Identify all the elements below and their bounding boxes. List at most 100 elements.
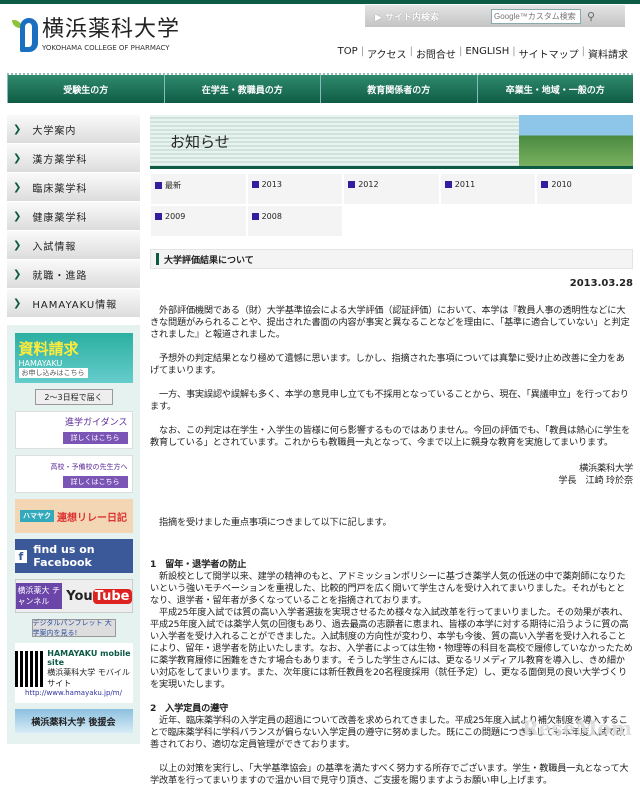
global-nav: 受験生の方 在学生・教職員の方 教育関係者の方 卒業生・地域・一般の方 [7, 73, 633, 103]
diary-banner[interactable]: ハマヤク 連想リレー日記 [14, 499, 133, 533]
sidebar-item-label: 大学案内 [32, 125, 77, 137]
article-body: 外部評価機関である（財）大学基準協会による大学評価（認証評価）において、本学は『… [150, 305, 633, 787]
qr-code-icon [14, 651, 44, 687]
chevron-right-icon: ❯ [13, 239, 23, 251]
top-links: TOP | アクセス | お問合せ | ENGLISH | サイトマップ | 資料請求 [337, 46, 628, 61]
youtube-banner[interactable]: 横浜薬大 チャンネル You Tube [14, 579, 133, 613]
tab-2008[interactable]: 2008 [246, 205, 344, 237]
details-button: 詳しくはこちら [62, 432, 128, 444]
sidebar-item-career[interactable]: ❯ 就職・進路 [7, 260, 140, 288]
paragraph: なお、この判定は在学生・入学生の皆様に何ら影響するものではありません。今回の評価… [150, 425, 631, 448]
arrow-icon [348, 181, 356, 188]
youtube-logo: You Tube [66, 588, 132, 604]
arrow-icon [444, 181, 452, 188]
delivery-badge[interactable]: 2〜3日程で届く [34, 389, 113, 405]
sidebar-item-label: 就職・進路 [32, 270, 88, 282]
sidebar-item-health[interactable]: ❯ 健康薬学科 [7, 202, 140, 230]
banner-sub: HAMAYAKU [18, 359, 63, 368]
link-request[interactable]: 資料請求 [588, 46, 628, 61]
link-top[interactable]: TOP [338, 46, 358, 61]
link-sitemap[interactable]: サイトマップ [519, 46, 579, 61]
nav-applicants[interactable]: 受験生の方 [7, 75, 164, 103]
arrow-icon [155, 182, 162, 189]
banner-more: お申し込みはこちら [18, 368, 88, 378]
banner-title: 連想リレー日記 [57, 512, 127, 524]
banner-title: find us on Facebook [33, 543, 95, 569]
signature: 横浜薬科大学 学長 江崎 玲於奈 [558, 463, 633, 486]
nav-alumni-public[interactable]: 卒業生・地域・一般の方 [476, 75, 633, 103]
nav-students-staff[interactable]: 在学生・教職員の方 [163, 75, 320, 103]
mobile-site-banner[interactable]: HAMAYAKU mobile site 横浜薬科大学 モバイルサイト http:/… [14, 643, 133, 703]
sidebar-item-admission[interactable]: ❯ 入試情報 [7, 231, 140, 259]
sidebar-item-about[interactable]: ❯ 大学案内 [7, 115, 140, 143]
article-date: 2013.03.28 [569, 278, 633, 289]
paragraph: 外部評価機関である（財）大学基準協会による大学評価（認証評価）において、本学は『… [150, 305, 630, 340]
chevron-right-icon: ❯ [13, 152, 23, 164]
tab-2011[interactable]: 2011 [439, 173, 537, 205]
facebook-banner[interactable]: f find us on Facebook [14, 539, 133, 573]
page-header: お知らせ [150, 115, 633, 169]
paragraph: 以上の対策を実行し、「大学基準協会」の基準を満たすべく努力する所存でございます。… [150, 763, 629, 786]
article-title: 大学評価結果について [150, 249, 633, 269]
logo[interactable]: 横浜薬科大学 YOKOHAMA COLLEGE OF PHARMACY [12, 18, 180, 54]
search-icon[interactable]: ⚲ [587, 10, 595, 23]
logo-title: 横浜薬科大学 [42, 17, 181, 42]
teachers-banner[interactable]: 高校・予備校の先生方へ 詳しくはこちら [14, 455, 133, 493]
page-title: お知らせ [170, 133, 230, 151]
tab-2013[interactable]: 2013 [246, 173, 344, 205]
site-search: ▶ サイト内検索 ⚲ [365, 5, 625, 27]
sidebar-banners: 資料請求 HAMAYAKU お申し込みはこちら 2〜3日程で届く 進学ガイダンス 詳し… [7, 325, 140, 744]
nav-educators[interactable]: 教育関係者の方 [320, 75, 477, 103]
main-content: お知らせ 最新 2013 2012 2011 2010 2009 2008 大学… [150, 115, 633, 799]
arrow-icon [251, 213, 259, 220]
link-access[interactable]: アクセス [367, 46, 407, 61]
chevron-right-icon: ❯ [13, 297, 23, 309]
banner-title: 横浜薬大 チャンネル [15, 583, 63, 609]
banner-title: HAMAYAKU mobile site [47, 649, 131, 667]
link-english[interactable]: ENGLISH [465, 46, 509, 61]
tab-2010[interactable]: 2010 [536, 173, 633, 205]
paragraph: 平成25年度入試では質の高い入学者選抜を実現させるため様々な入試改革を行ってまい… [150, 607, 633, 690]
sidebar-item-label: 健康薬学科 [32, 212, 88, 224]
section-2-title: 2 入学定員の遵守 [150, 703, 229, 714]
banner-title: 資料請求 [18, 340, 79, 358]
search-label: ▶ サイト内検索 [375, 12, 440, 23]
guidance-banner[interactable]: 進学ガイダンス 詳しくはこちら [14, 411, 133, 449]
chevron-right-icon: ❯ [13, 123, 23, 135]
mobile-url: http://www.hamayaku.jp/m/ [25, 689, 122, 697]
tab-2009[interactable]: 2009 [150, 205, 247, 237]
sidebar-item-label: 入試情報 [32, 241, 77, 253]
logo-mark-icon [12, 18, 42, 54]
sidebar-item-label: 漢方薬学科 [32, 154, 88, 166]
banner-tag: ハマヤク [20, 510, 54, 522]
watermark-logo: ReseMom [522, 716, 632, 740]
intro: 指摘を受けました重点事項につきまして以下に記します。 [150, 517, 392, 528]
sidebar-item-label: 臨床薬学科 [32, 183, 88, 195]
link-contact[interactable]: お問合せ [416, 46, 456, 61]
tab-latest[interactable]: 最新 [150, 173, 247, 205]
search-input[interactable] [491, 8, 581, 24]
sidebar-menu: ❯ 大学案内 ❯ 漢方薬学科 ❯ 臨床薬学科 ❯ 健康薬学科 ❯ 入試情報 ❯ 就職・進路 … [7, 115, 140, 318]
paragraph: 一方、事実誤認や誤解も多く、本学の意見申し立ても不採用となっていることから、現在… [150, 389, 629, 412]
chevron-right-icon: ❯ [13, 210, 23, 222]
support-association-banner[interactable]: 横浜薬科大学 後援会 [14, 709, 133, 733]
banner-sub: 横浜薬科大学 モバイルサイト [47, 668, 130, 688]
paragraph: 新設校として開学以来、建学の精神のもと、アドミッションポリシーに基づき薬学人気の… [150, 571, 626, 606]
chevron-right-icon: ❯ [13, 181, 23, 193]
banner-title: 進学ガイダンス [65, 418, 128, 428]
details-button: 詳しくはこちら [62, 476, 128, 488]
section-1-title: 1 留年・退学者の防止 [150, 559, 247, 570]
arrow-icon [251, 181, 259, 188]
pamphlet-banner[interactable]: デジタルパンフレット 大学案内を見る! [31, 619, 116, 637]
arrow-icon [541, 181, 549, 188]
year-tabs: 最新 2013 2012 2011 2010 2009 2008 [150, 173, 633, 237]
request-materials-banner[interactable]: 資料請求 HAMAYAKU お申し込みはこちら [14, 333, 133, 383]
logo-subtitle: YOKOHAMA COLLEGE OF PHARMACY [42, 44, 170, 52]
facebook-icon: f [14, 549, 28, 563]
paragraph: 予想外の判定結果となり極めて遺憾に思います。しかし、指摘された事項については真摯… [150, 353, 625, 376]
sidebar-item-hamayaku[interactable]: ❯ HAMAYAKU情報 [7, 289, 140, 317]
tab-2012[interactable]: 2012 [343, 173, 440, 205]
sidebar-item-kampo[interactable]: ❯ 漢方薬学科 [7, 144, 140, 172]
sidebar-item-clinical[interactable]: ❯ 臨床薬学科 [7, 173, 140, 201]
chevron-right-icon: ❯ [13, 268, 23, 280]
